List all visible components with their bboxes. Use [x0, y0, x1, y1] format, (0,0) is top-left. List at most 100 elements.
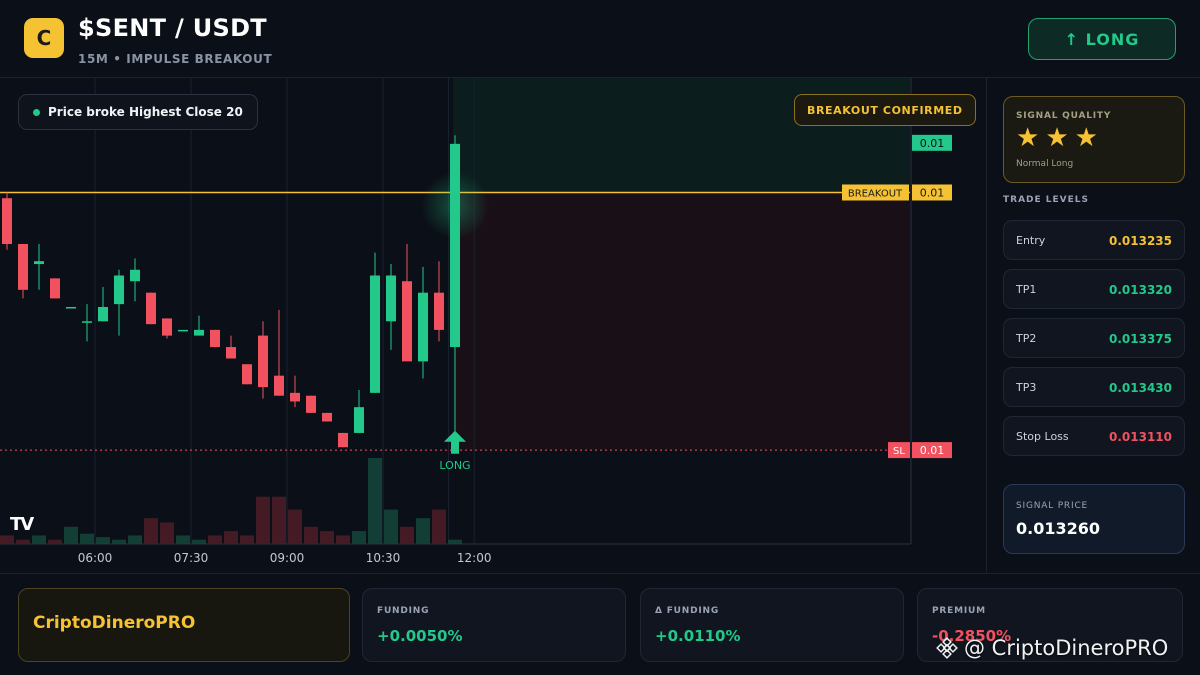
candle-body — [274, 375, 284, 396]
candle-body — [306, 395, 316, 413]
candle-body — [98, 306, 108, 322]
brand-card: CriptoDineroPRO — [18, 588, 350, 662]
star-icon: ★ — [1074, 123, 1098, 153]
volume-bar — [256, 496, 270, 544]
candle-body — [338, 432, 348, 448]
long-signal-button[interactable]: ↑ LONG — [1028, 18, 1176, 60]
candle-body — [418, 292, 428, 362]
volume-bar — [272, 496, 286, 544]
green-dot-icon — [33, 108, 40, 116]
time-axis-label: 06:00 — [78, 551, 113, 565]
candle-body — [322, 412, 332, 422]
app-logo: C — [24, 18, 64, 58]
breakout-confirmed-badge: BREAKOUT CONFIRMED — [794, 94, 976, 126]
candle-body — [2, 198, 12, 245]
binance-icon — [936, 637, 958, 659]
level-value: 0.013235 — [1108, 234, 1172, 248]
candle-body — [82, 321, 92, 323]
candle-body — [194, 329, 204, 336]
volume-bar — [64, 526, 78, 544]
time-axis-label: 12:00 — [457, 551, 492, 565]
risk-zone — [453, 192, 910, 451]
level-name: TP1 — [1016, 283, 1037, 296]
signal-quality-label: SIGNAL QUALITY — [1016, 111, 1112, 121]
signal-price-value: 0.013260 — [1016, 519, 1101, 538]
signal-sidebar: SIGNAL QUALITY ★ ★ ★ Normal Long TRADE LEV… — [986, 78, 1200, 573]
level-name: TP3 — [1016, 381, 1037, 394]
volume-bar — [192, 539, 206, 544]
candle-body — [258, 335, 268, 388]
candle-body — [178, 329, 188, 332]
volume-bar — [320, 531, 334, 544]
candle-body — [450, 143, 460, 348]
delta-funding-card: Δ FUNDING +0.0110% — [640, 588, 904, 662]
quality-stars: ★ ★ ★ — [1016, 125, 1098, 151]
candle-body — [34, 261, 44, 265]
candle-body — [66, 306, 76, 309]
header-bar: C $SENT / USDT 15M • IMPULSE BREAKOUT ↑ … — [0, 0, 1200, 78]
level-tp2: TP2 0.013375 — [1003, 318, 1185, 358]
volume-bar — [0, 535, 14, 544]
brand-name: CriptoDineroPRO — [33, 613, 196, 633]
price-chart[interactable]: LONG 0.01 BREAKOUT 0.01 SL 0.01 06:00 07:30 09:0… — [0, 78, 985, 573]
candle-body — [50, 278, 60, 299]
level-value: 0.013430 — [1108, 381, 1172, 395]
volume-bar — [288, 509, 302, 544]
watermark-text: @ CriptoDineroPRO — [964, 636, 1169, 660]
timeframe-subtitle: 15M • IMPULSE BREAKOUT — [78, 52, 273, 66]
volume-bar — [176, 535, 190, 544]
level-value: 0.013110 — [1108, 430, 1172, 444]
signal-quality-card: SIGNAL QUALITY ★ ★ ★ Normal Long — [1003, 96, 1185, 183]
long-marker-label: LONG — [439, 459, 470, 472]
volume-bar — [352, 531, 366, 544]
funding-value: +0.0050% — [377, 627, 463, 645]
candle-body — [162, 318, 172, 336]
time-axis-label: 10:30 — [366, 551, 401, 565]
breakout-price-text: 0.01 — [920, 186, 945, 199]
volume-bar — [224, 531, 238, 544]
premium-label: PREMIUM — [932, 606, 986, 616]
volume-bar — [368, 458, 382, 544]
signal-price-label: SIGNAL PRICE — [1016, 501, 1089, 511]
volume-bar — [48, 539, 62, 544]
level-entry: Entry 0.013235 — [1003, 220, 1185, 260]
price-tag-top-text: 0.01 — [920, 137, 945, 150]
volume-bar — [128, 535, 142, 544]
volume-bar — [144, 518, 158, 544]
level-name: Stop Loss — [1016, 430, 1069, 443]
volume-bar — [16, 539, 30, 544]
breakout-label-text: BREAKOUT — [848, 188, 903, 199]
delta-funding-label: Δ FUNDING — [655, 606, 720, 616]
sl-label-text: SL — [893, 446, 905, 457]
funding-card: FUNDING +0.0050% — [362, 588, 626, 662]
candle-body — [242, 364, 252, 385]
volume-bar — [112, 539, 126, 544]
candle-body — [146, 292, 156, 325]
candle-body — [434, 292, 444, 330]
annotation-badge: Price broke Highest Close 20 — [18, 94, 258, 130]
volume-bar — [400, 526, 414, 544]
volume-bar — [208, 535, 222, 544]
candle-body — [210, 329, 220, 348]
level-value: 0.013375 — [1108, 332, 1172, 346]
time-axis-label: 07:30 — [174, 551, 209, 565]
candle-body — [402, 281, 412, 362]
candle-body — [114, 275, 124, 305]
volume-bar — [80, 533, 94, 544]
sl-price-text: 0.01 — [920, 444, 945, 457]
annotation-text: Price broke Highest Close 20 — [48, 105, 243, 119]
candle-body — [370, 275, 380, 393]
volume-bar — [304, 526, 318, 544]
time-axis-label: 09:00 — [270, 551, 305, 565]
funding-label: FUNDING — [377, 606, 430, 616]
pair-title: $SENT / USDT — [78, 14, 267, 42]
chart-canvas: LONG 0.01 BREAKOUT 0.01 SL 0.01 06:00 07:30 09:0… — [0, 78, 952, 565]
candle-body — [18, 244, 28, 290]
volume-bar — [384, 509, 398, 544]
volume-bar — [96, 537, 110, 544]
candle-body — [226, 347, 236, 359]
volume-bar — [32, 535, 46, 544]
volume-bar — [416, 518, 430, 544]
candle-body — [386, 275, 396, 322]
footer-bar: CriptoDineroPRO FUNDING +0.0050% Δ FUNDI… — [0, 573, 1200, 675]
